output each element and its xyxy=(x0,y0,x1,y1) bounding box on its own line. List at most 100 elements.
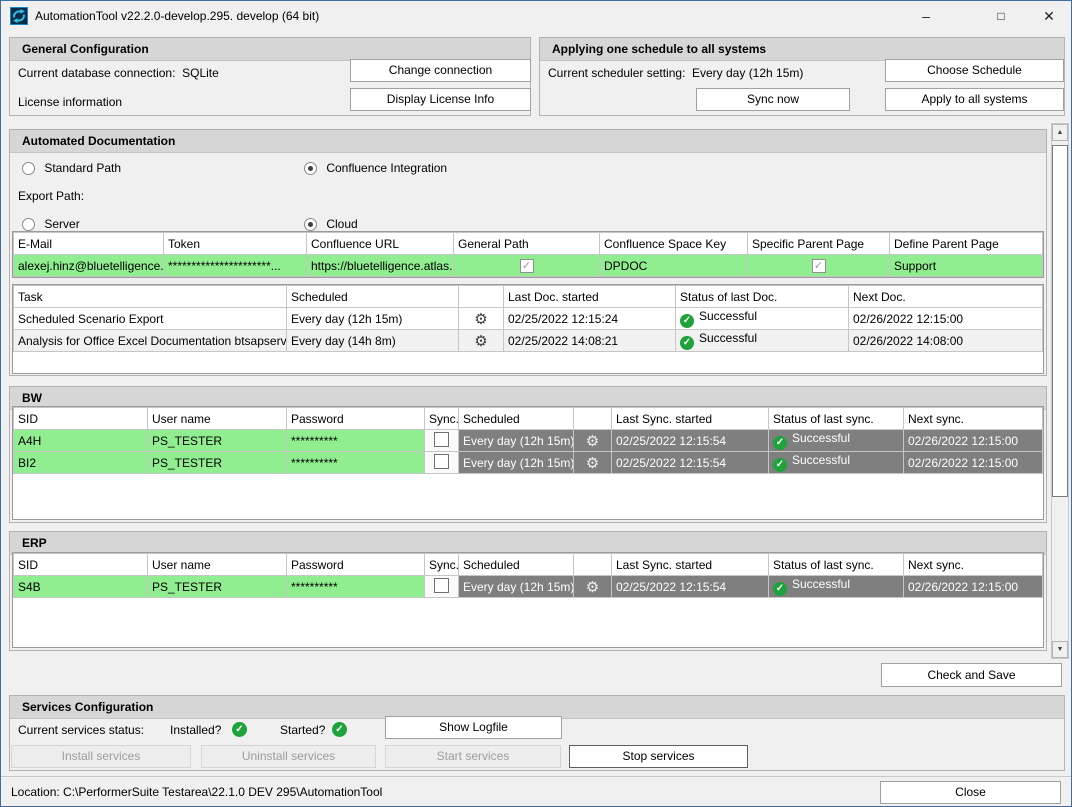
col-scheduled[interactable]: Scheduled xyxy=(287,286,459,308)
sync-cell[interactable] xyxy=(425,430,459,452)
scheduled-cell[interactable]: Every day (14h 8m) xyxy=(287,330,459,352)
sync-checkbox[interactable] xyxy=(434,454,449,469)
col-scheduled[interactable]: Scheduled xyxy=(459,554,574,576)
schedule-gear-cell[interactable]: ⚙ xyxy=(574,452,612,474)
col-specific-parent[interactable]: Specific Parent Page xyxy=(748,233,890,255)
token-cell[interactable]: **********************... xyxy=(164,255,307,277)
general-path-checkbox[interactable]: ✓ xyxy=(520,259,534,273)
space-key-cell[interactable]: DPDOC xyxy=(600,255,748,277)
schedule-gear-cell[interactable]: ⚙ xyxy=(574,576,612,598)
specific-parent-cell[interactable]: ✓ xyxy=(748,255,890,277)
col-user-name[interactable]: User name xyxy=(148,408,287,430)
status-cell[interactable]: ✓Successful xyxy=(769,430,904,452)
radio-confluence-integration[interactable]: Confluence Integration xyxy=(304,161,447,175)
bw-row[interactable]: BI2 PS_TESTER ********** Every day (12h … xyxy=(14,452,1043,474)
bw-row[interactable]: A4H PS_TESTER ********** Every day (12h … xyxy=(14,430,1043,452)
check-and-save-button[interactable]: Check and Save xyxy=(881,663,1062,687)
status-cell[interactable]: ✓Successful xyxy=(769,452,904,474)
install-services-button[interactable]: Install services xyxy=(11,745,191,768)
col-next-sync[interactable]: Next sync. xyxy=(904,408,1043,430)
sync-checkbox[interactable] xyxy=(434,578,449,593)
sync-cell[interactable] xyxy=(425,576,459,598)
col-last-sync-started[interactable]: Last Sync. started xyxy=(612,554,769,576)
col-status-last-sync[interactable]: Status of last sync. xyxy=(769,554,904,576)
sync-checkbox[interactable] xyxy=(434,432,449,447)
last-sync-started-cell[interactable]: 02/25/2022 12:15:54 xyxy=(612,576,769,598)
radio-standard-path-icon[interactable] xyxy=(22,162,35,175)
col-space-key[interactable]: Confluence Space Key xyxy=(600,233,748,255)
col-sid[interactable]: SID xyxy=(14,554,148,576)
doc-task-row[interactable]: Analysis for Office Excel Documentation … xyxy=(14,330,1043,352)
doc-task-row[interactable]: Scheduled Scenario Export Every day (12h… xyxy=(14,308,1043,330)
col-next-doc[interactable]: Next Doc. xyxy=(849,286,1043,308)
user-cell[interactable]: PS_TESTER xyxy=(148,452,287,474)
gear-icon[interactable]: ⚙ xyxy=(586,578,599,596)
radio-server[interactable]: Server xyxy=(22,217,80,231)
radio-cloud[interactable]: Cloud xyxy=(304,217,358,231)
scroll-up-icon[interactable]: ▲ xyxy=(1052,124,1068,141)
col-next-sync[interactable]: Next sync. xyxy=(904,554,1043,576)
radio-standard-path[interactable]: Standard Path xyxy=(22,161,121,175)
last-sync-started-cell[interactable]: 02/25/2022 12:15:54 xyxy=(612,452,769,474)
minimize-icon[interactable]: – xyxy=(903,1,949,31)
col-define-parent[interactable]: Define Parent Page xyxy=(890,233,1043,255)
next-sync-cell[interactable]: 02/26/2022 12:15:00 xyxy=(904,452,1043,474)
close-icon[interactable]: ✕ xyxy=(1026,1,1072,31)
col-password[interactable]: Password xyxy=(287,408,425,430)
sid-cell[interactable]: S4B xyxy=(14,576,148,598)
sid-cell[interactable]: BI2 xyxy=(14,452,148,474)
stop-services-button[interactable]: Stop services xyxy=(569,745,748,768)
erp-row[interactable]: S4B PS_TESTER ********** Every day (12h … xyxy=(14,576,1043,598)
scheduled-cell[interactable]: Every day (12h 15m) xyxy=(287,308,459,330)
change-connection-button[interactable]: Change connection xyxy=(350,59,531,82)
col-confluence-url[interactable]: Confluence URL xyxy=(307,233,454,255)
uninstall-services-button[interactable]: Uninstall services xyxy=(201,745,376,768)
status-cell[interactable]: ✓Successful xyxy=(676,308,849,330)
maximize-icon[interactable]: □ xyxy=(978,1,1024,31)
task-cell[interactable]: Analysis for Office Excel Documentation … xyxy=(14,330,287,352)
url-cell[interactable]: https://bluetelligence.atlas... xyxy=(307,255,454,277)
gear-icon[interactable]: ⚙ xyxy=(474,310,487,328)
col-sid[interactable]: SID xyxy=(14,408,148,430)
scheduled-cell[interactable]: Every day (12h 15m) xyxy=(459,452,574,474)
display-license-button[interactable]: Display License Info xyxy=(350,88,531,111)
radio-server-icon[interactable] xyxy=(22,218,35,231)
user-cell[interactable]: PS_TESTER xyxy=(148,576,287,598)
email-cell[interactable]: alexej.hinz@bluetelligence... xyxy=(14,255,164,277)
confluence-data-row[interactable]: alexej.hinz@bluetelligence... **********… xyxy=(14,255,1043,277)
gear-icon[interactable]: ⚙ xyxy=(586,432,599,450)
col-last-doc-started[interactable]: Last Doc. started xyxy=(504,286,676,308)
scroll-down-icon[interactable]: ▼ xyxy=(1052,641,1068,658)
close-button[interactable]: Close xyxy=(880,781,1061,804)
choose-schedule-button[interactable]: Choose Schedule xyxy=(885,59,1064,82)
scheduled-cell[interactable]: Every day (12h 15m) xyxy=(459,576,574,598)
last-doc-started-cell[interactable]: 02/25/2022 14:08:21 xyxy=(504,330,676,352)
apply-to-all-button[interactable]: Apply to all systems xyxy=(885,88,1064,111)
scheduled-cell[interactable]: Every day (12h 15m) xyxy=(459,430,574,452)
col-sync[interactable]: Sync. xyxy=(425,408,459,430)
schedule-gear-cell[interactable]: ⚙ xyxy=(574,430,612,452)
schedule-gear-cell[interactable]: ⚙ xyxy=(459,308,504,330)
col-user-name[interactable]: User name xyxy=(148,554,287,576)
vertical-scrollbar[interactable]: ▲ ▼ xyxy=(1051,123,1069,659)
next-sync-cell[interactable]: 02/26/2022 12:15:00 xyxy=(904,576,1043,598)
next-sync-cell[interactable]: 02/26/2022 12:15:00 xyxy=(904,430,1043,452)
scrollbar-thumb[interactable] xyxy=(1052,145,1068,497)
sid-cell[interactable]: A4H xyxy=(14,430,148,452)
status-cell[interactable]: ✓Successful xyxy=(769,576,904,598)
next-doc-cell[interactable]: 02/26/2022 14:08:00 xyxy=(849,330,1043,352)
status-cell[interactable]: ✓Successful xyxy=(676,330,849,352)
gear-icon[interactable]: ⚙ xyxy=(586,454,599,472)
general-path-cell[interactable]: ✓ xyxy=(454,255,600,277)
col-last-sync-started[interactable]: Last Sync. started xyxy=(612,408,769,430)
task-cell[interactable]: Scheduled Scenario Export xyxy=(14,308,287,330)
col-status-last-doc[interactable]: Status of last Doc. xyxy=(676,286,849,308)
col-email[interactable]: E-Mail xyxy=(14,233,164,255)
last-sync-started-cell[interactable]: 02/25/2022 12:15:54 xyxy=(612,430,769,452)
next-doc-cell[interactable]: 02/26/2022 12:15:00 xyxy=(849,308,1043,330)
last-doc-started-cell[interactable]: 02/25/2022 12:15:24 xyxy=(504,308,676,330)
password-cell[interactable]: ********** xyxy=(287,452,425,474)
sync-now-button[interactable]: Sync now xyxy=(696,88,850,111)
schedule-gear-cell[interactable]: ⚙ xyxy=(459,330,504,352)
radio-cloud-icon[interactable] xyxy=(304,218,317,231)
